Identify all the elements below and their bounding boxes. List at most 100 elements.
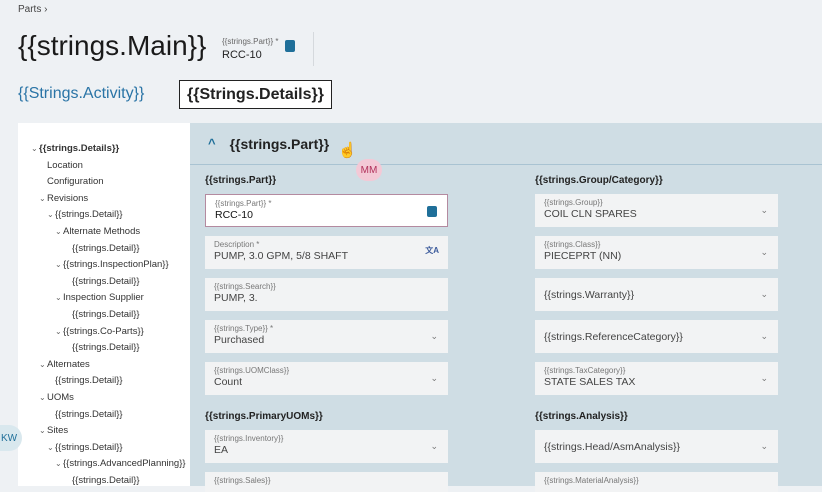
- chevron-down-icon[interactable]: ⌄: [430, 373, 438, 384]
- field-label: {{strings.Sales}}: [214, 476, 271, 485]
- tree-item[interactable]: ⌄{{strings.Co-Parts}}: [55, 326, 144, 337]
- tree-item-label: {{strings.Co-Parts}}: [63, 325, 144, 337]
- tab-details[interactable]: {{Strings.Details}}: [179, 80, 332, 109]
- chevron-down-icon[interactable]: ⌄: [55, 459, 63, 468]
- tree-item-label: {{strings.Detail}}: [72, 342, 140, 354]
- field[interactable]: {{strings.Class}} PIECEPRT (NN) ⌄: [535, 236, 778, 269]
- chevron-up-icon[interactable]: ^: [208, 136, 216, 151]
- tree-item[interactable]: ⌄Sites: [39, 425, 68, 436]
- chevron-down-icon[interactable]: ⌄: [31, 144, 39, 153]
- tree-item-label: {{strings.InspectionPlan}}: [63, 259, 169, 271]
- chevron-down-icon[interactable]: ⌄: [47, 210, 55, 219]
- tree-item[interactable]: ⌄Alternate Methods: [55, 226, 140, 237]
- hand-cursor-icon: ☝: [338, 142, 357, 159]
- chevron-down-icon[interactable]: ⌄: [55, 260, 63, 269]
- search-icon[interactable]: [285, 40, 295, 52]
- breadcrumb: Parts ›: [18, 4, 47, 15]
- tree-item[interactable]: Configuration: [47, 176, 104, 187]
- tree-item-label: Location: [47, 159, 83, 171]
- field-value[interactable]: COIL CLN SPARES: [544, 208, 769, 220]
- tree-item[interactable]: ⌄{{strings.Details}}: [31, 143, 119, 154]
- tree-item-label: Sites: [47, 425, 69, 437]
- chevron-down-icon[interactable]: ⌄: [39, 360, 47, 369]
- field[interactable]: {{strings.UOMClass}} Count ⌄: [205, 362, 448, 395]
- field[interactable]: Description * PUMP, 3.0 GPM, 5/8 SHAFT 文A: [205, 236, 448, 269]
- field-label: {{strings.Class}}: [544, 240, 601, 249]
- tree-item-label: {{strings.Detail}}: [72, 275, 140, 287]
- field[interactable]: {{strings.Warranty}} ⌄: [535, 278, 778, 311]
- field-value[interactable]: Count: [214, 376, 439, 388]
- field-label: {{strings.Search}}: [214, 282, 276, 291]
- tree-item[interactable]: {{strings.Detail}}: [72, 475, 140, 486]
- field-value[interactable]: PIECEPRT (NN): [544, 250, 769, 262]
- divider: [313, 32, 314, 66]
- field-label: {{strings.MaterialAnalysis}}: [544, 476, 639, 485]
- chevron-down-icon[interactable]: ⌄: [39, 393, 47, 402]
- field-label: {{strings.Type}} *: [214, 324, 274, 333]
- field-value[interactable]: PUMP, 3.0 GPM, 5/8 SHAFT: [214, 250, 439, 262]
- field[interactable]: {{strings.TaxCategory}} STATE SALES TAX ⌄: [535, 362, 778, 395]
- chevron-down-icon[interactable]: ⌄: [760, 373, 768, 384]
- field[interactable]: {{strings.Group}} COIL CLN SPARES ⌄: [535, 194, 778, 227]
- field-value[interactable]: RCC-10: [215, 209, 438, 221]
- group-title-part: {{strings.Part}}: [205, 175, 277, 186]
- translate-icon[interactable]: 文A: [425, 245, 439, 256]
- tab-activity[interactable]: {{Strings.Activity}}: [18, 85, 144, 103]
- tree-item-label: Alternate Methods: [63, 226, 141, 237]
- tree-item[interactable]: {{strings.Detail}}: [55, 375, 123, 386]
- field-label: {{strings.Part}} *: [215, 199, 272, 208]
- field[interactable]: {{strings.Type}} * Purchased ⌄: [205, 320, 448, 353]
- tree-item[interactable]: ⌄Inspection Supplier: [55, 292, 144, 303]
- tree-item[interactable]: Location: [47, 160, 83, 171]
- field[interactable]: {{strings.Head/AsmAnalysis}} ⌄: [535, 430, 778, 463]
- chevron-down-icon[interactable]: ⌄: [760, 247, 768, 258]
- field-value[interactable]: {{strings.Warranty}}: [544, 289, 769, 301]
- tree-item[interactable]: ⌄Revisions: [39, 193, 88, 204]
- avatar-mm: MM: [356, 159, 382, 181]
- chevron-down-icon[interactable]: ⌄: [760, 205, 768, 216]
- chevron-down-icon[interactable]: ⌄: [55, 293, 63, 302]
- breadcrumb-parts[interactable]: Parts: [18, 4, 41, 15]
- chevron-down-icon[interactable]: ⌄: [55, 327, 63, 336]
- chevron-down-icon[interactable]: ⌄: [430, 331, 438, 342]
- details-tree: ⌄{{strings.Details}} Location Configuratio…: [18, 123, 190, 486]
- tree-item[interactable]: {{strings.Detail}}: [72, 276, 140, 287]
- search-icon[interactable]: [427, 206, 437, 217]
- tree-item[interactable]: ⌄{{strings.InspectionPlan}}: [55, 259, 169, 270]
- group-title-primary-uoms: {{strings.PrimaryUOMs}}: [205, 411, 323, 422]
- chevron-down-icon[interactable]: ⌄: [760, 441, 768, 452]
- chevron-down-icon[interactable]: ⌄: [47, 443, 55, 452]
- chevron-down-icon[interactable]: ⌄: [430, 441, 438, 452]
- tree-item[interactable]: ⌄{{strings.AdvancedPlanning}}: [55, 458, 186, 469]
- tree-item[interactable]: ⌄Alternates: [39, 359, 90, 370]
- field[interactable]: {{strings.ReferenceCategory}} ⌄: [535, 320, 778, 353]
- field-value[interactable]: {{strings.ReferenceCategory}}: [544, 331, 769, 343]
- chevron-down-icon[interactable]: ⌄: [55, 227, 63, 236]
- tree-item[interactable]: ⌄UOMs: [39, 392, 74, 403]
- section-header[interactable]: ^ {{strings.Part}}: [190, 123, 822, 165]
- header-part-value: RCC-10: [222, 49, 262, 61]
- field-value[interactable]: EA: [214, 444, 439, 456]
- tree-item[interactable]: {{strings.Detail}}: [72, 309, 140, 320]
- field-label: {{strings.Inventory}}: [214, 434, 284, 443]
- tree-item[interactable]: {{strings.Detail}}: [72, 243, 140, 254]
- tree-item[interactable]: ⌄{{strings.Detail}}: [47, 209, 123, 220]
- field-value[interactable]: STATE SALES TAX: [544, 376, 769, 388]
- chevron-down-icon[interactable]: ⌄: [39, 426, 47, 435]
- tree-item[interactable]: {{strings.Detail}}: [55, 409, 123, 420]
- field-value[interactable]: {{strings.Head/AsmAnalysis}}: [544, 441, 769, 453]
- tree-item[interactable]: ⌄{{strings.Detail}}: [47, 442, 123, 453]
- field-value[interactable]: Purchased: [214, 334, 439, 346]
- field-value[interactable]: PUMP, 3.: [214, 292, 439, 304]
- chevron-down-icon[interactable]: ⌄: [760, 289, 768, 300]
- field[interactable]: {{strings.Part}} * RCC-10: [205, 194, 448, 227]
- tree-item-label: Revisions: [47, 192, 89, 204]
- field[interactable]: {{strings.MaterialAnalysis}}: [535, 472, 778, 492]
- field[interactable]: {{strings.Search}} PUMP, 3.: [205, 278, 448, 311]
- chevron-down-icon[interactable]: ⌄: [39, 194, 47, 203]
- chevron-down-icon[interactable]: ⌄: [760, 331, 768, 342]
- field[interactable]: {{strings.Sales}}: [205, 472, 448, 492]
- tree-item-label: {{strings.Detail}}: [72, 242, 140, 254]
- field[interactable]: {{strings.Inventory}} EA ⌄: [205, 430, 448, 463]
- tree-item[interactable]: {{strings.Detail}}: [72, 342, 140, 353]
